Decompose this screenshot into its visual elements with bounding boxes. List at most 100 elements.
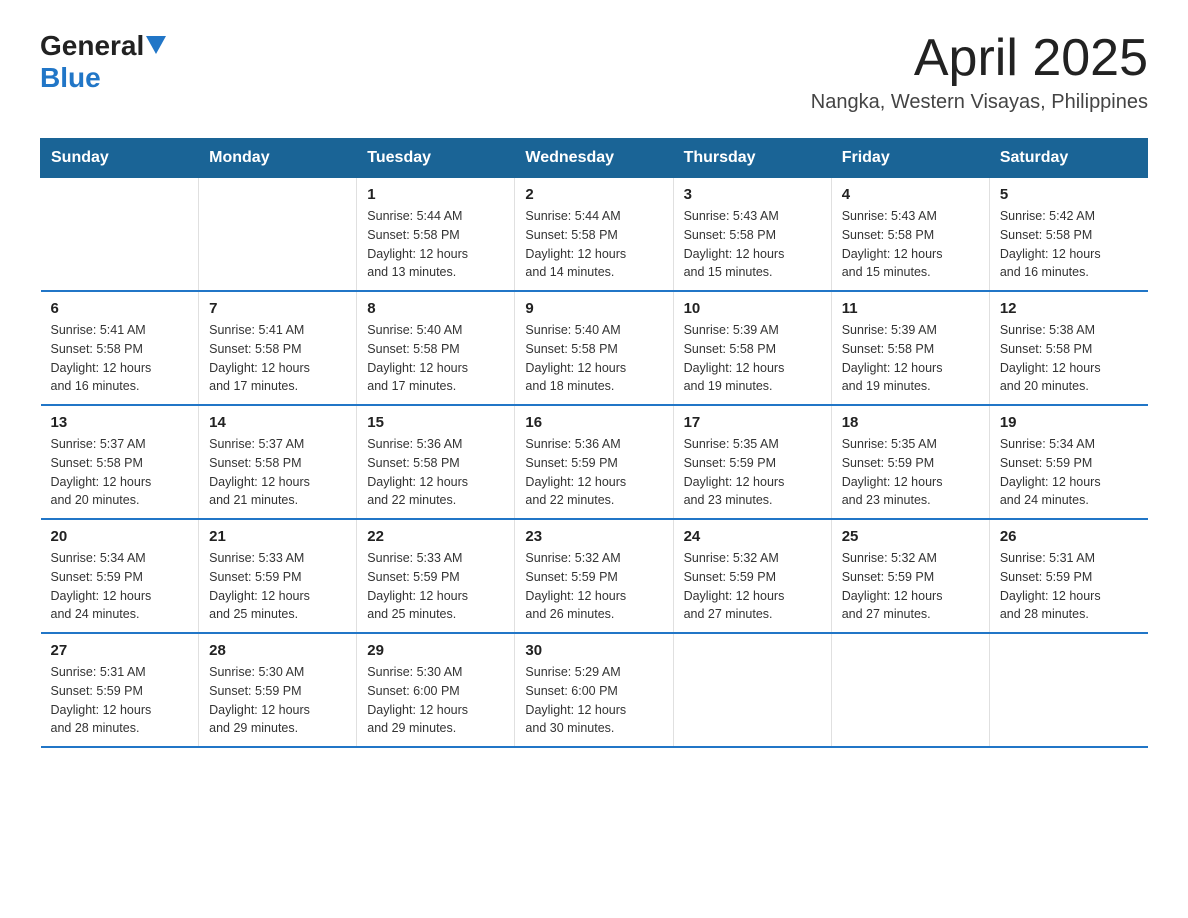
day-cell	[199, 178, 357, 292]
day-cell: 21 Sunrise: 5:33 AM Sunset: 5:59 PM Dayli…	[199, 519, 357, 633]
day-cell: 10Sunrise: 5:39 AM Sunset: 5:58 PM Dayli…	[673, 291, 831, 405]
day-number: 27	[51, 642, 189, 659]
day-cell: 8 Sunrise: 5:40 AM Sunset: 5:58 PM Daylig…	[357, 291, 515, 405]
day-cell: 13 Sunrise: 5:37 AM Sunset: 5:58 PM Dayli…	[41, 405, 199, 519]
day-cell: 14 Sunrise: 5:37 AM Sunset: 5:58 PM Dayli…	[199, 405, 357, 519]
day-number: 18	[842, 414, 979, 431]
day-number: 9	[525, 300, 662, 317]
day-cell: 15 Sunrise: 5:36 AM Sunset: 5:58 PM Dayli…	[357, 405, 515, 519]
day-cell: 5Sunrise: 5:42 AM Sunset: 5:58 PM Daylig…	[989, 178, 1147, 292]
day-cell: 6 Sunrise: 5:41 AM Sunset: 5:58 PM Daylig…	[41, 291, 199, 405]
header-day-sunday: Sunday	[41, 139, 199, 178]
day-cell: 19 Sunrise: 5:34 AM Sunset: 5:59 PM Dayli…	[989, 405, 1147, 519]
day-number: 17	[684, 414, 821, 431]
day-cell: 26 Sunrise: 5:31 AM Sunset: 5:59 PM Dayli…	[989, 519, 1147, 633]
header-day-tuesday: Tuesday	[357, 139, 515, 178]
logo: General Blue	[40, 30, 166, 94]
day-cell: 7 Sunrise: 5:41 AM Sunset: 5:58 PM Daylig…	[199, 291, 357, 405]
week-row-5: 27 Sunrise: 5:31 AM Sunset: 5:59 PM Dayli…	[41, 633, 1148, 747]
day-info: Sunrise: 5:32 AM Sunset: 5:59 PM Dayligh…	[525, 549, 662, 624]
header-day-friday: Friday	[831, 139, 989, 178]
day-cell: 25 Sunrise: 5:32 AM Sunset: 5:59 PM Dayli…	[831, 519, 989, 633]
calendar-table: SundayMondayTuesdayWednesdayThursdayFrid…	[40, 138, 1148, 748]
header-day-monday: Monday	[199, 139, 357, 178]
day-info: Sunrise: 5:29 AM Sunset: 6:00 PM Dayligh…	[525, 663, 662, 738]
week-row-4: 20Sunrise: 5:34 AM Sunset: 5:59 PM Dayli…	[41, 519, 1148, 633]
day-info: Sunrise: 5:44 AM Sunset: 5:58 PM Dayligh…	[525, 207, 662, 282]
page-header: General Blue April 2025 Nangka, Western …	[40, 30, 1148, 114]
day-info: Sunrise: 5:42 AM Sunset: 5:58 PM Dayligh…	[1000, 207, 1138, 282]
day-number: 26	[1000, 528, 1138, 545]
day-info: Sunrise: 5:31 AM Sunset: 5:59 PM Dayligh…	[51, 663, 189, 738]
day-number: 8	[367, 300, 504, 317]
day-number: 19	[1000, 414, 1138, 431]
day-number: 30	[525, 642, 662, 659]
header-day-thursday: Thursday	[673, 139, 831, 178]
day-info: Sunrise: 5:41 AM Sunset: 5:58 PM Dayligh…	[209, 321, 346, 396]
day-number: 13	[51, 414, 189, 431]
day-number: 28	[209, 642, 346, 659]
day-info: Sunrise: 5:33 AM Sunset: 5:59 PM Dayligh…	[367, 549, 504, 624]
day-cell: 16 Sunrise: 5:36 AM Sunset: 5:59 PM Dayli…	[515, 405, 673, 519]
header-day-saturday: Saturday	[989, 139, 1147, 178]
calendar-body: 1 Sunrise: 5:44 AM Sunset: 5:58 PM Daylig…	[41, 178, 1148, 748]
day-cell: 24 Sunrise: 5:32 AM Sunset: 5:59 PM Dayli…	[673, 519, 831, 633]
calendar-header: SundayMondayTuesdayWednesdayThursdayFrid…	[41, 139, 1148, 178]
day-cell: 29Sunrise: 5:30 AM Sunset: 6:00 PM Dayli…	[357, 633, 515, 747]
day-cell: 4 Sunrise: 5:43 AM Sunset: 5:58 PM Daylig…	[831, 178, 989, 292]
day-number: 3	[684, 186, 821, 203]
day-number: 25	[842, 528, 979, 545]
day-info: Sunrise: 5:33 AM Sunset: 5:59 PM Dayligh…	[209, 549, 346, 624]
day-info: Sunrise: 5:38 AM Sunset: 5:58 PM Dayligh…	[1000, 321, 1138, 396]
day-number: 22	[367, 528, 504, 545]
day-number: 24	[684, 528, 821, 545]
day-number: 12	[1000, 300, 1138, 317]
day-info: Sunrise: 5:41 AM Sunset: 5:58 PM Dayligh…	[51, 321, 189, 396]
day-info: Sunrise: 5:40 AM Sunset: 5:58 PM Dayligh…	[525, 321, 662, 396]
day-cell: 20Sunrise: 5:34 AM Sunset: 5:59 PM Dayli…	[41, 519, 199, 633]
day-cell: 2Sunrise: 5:44 AM Sunset: 5:58 PM Daylig…	[515, 178, 673, 292]
day-cell	[831, 633, 989, 747]
title-section: April 2025 Nangka, Western Visayas, Phil…	[811, 30, 1148, 114]
day-info: Sunrise: 5:43 AM Sunset: 5:58 PM Dayligh…	[842, 207, 979, 282]
day-number: 6	[51, 300, 189, 317]
day-info: Sunrise: 5:32 AM Sunset: 5:59 PM Dayligh…	[684, 549, 821, 624]
week-row-1: 1 Sunrise: 5:44 AM Sunset: 5:58 PM Daylig…	[41, 178, 1148, 292]
day-number: 15	[367, 414, 504, 431]
day-info: Sunrise: 5:36 AM Sunset: 5:58 PM Dayligh…	[367, 435, 504, 510]
day-number: 1	[367, 186, 504, 203]
day-number: 4	[842, 186, 979, 203]
day-cell: 12 Sunrise: 5:38 AM Sunset: 5:58 PM Dayli…	[989, 291, 1147, 405]
day-cell: 17 Sunrise: 5:35 AM Sunset: 5:59 PM Dayli…	[673, 405, 831, 519]
day-cell	[673, 633, 831, 747]
day-info: Sunrise: 5:37 AM Sunset: 5:58 PM Dayligh…	[209, 435, 346, 510]
day-info: Sunrise: 5:39 AM Sunset: 5:58 PM Dayligh…	[684, 321, 821, 396]
day-number: 23	[525, 528, 662, 545]
day-number: 7	[209, 300, 346, 317]
logo-triangle-icon	[146, 36, 166, 56]
day-cell: 23 Sunrise: 5:32 AM Sunset: 5:59 PM Dayli…	[515, 519, 673, 633]
day-info: Sunrise: 5:32 AM Sunset: 5:59 PM Dayligh…	[842, 549, 979, 624]
day-info: Sunrise: 5:40 AM Sunset: 5:58 PM Dayligh…	[367, 321, 504, 396]
day-number: 16	[525, 414, 662, 431]
day-number: 21	[209, 528, 346, 545]
day-info: Sunrise: 5:34 AM Sunset: 5:59 PM Dayligh…	[1000, 435, 1138, 510]
day-info: Sunrise: 5:36 AM Sunset: 5:59 PM Dayligh…	[525, 435, 662, 510]
header-row: SundayMondayTuesdayWednesdayThursdayFrid…	[41, 139, 1148, 178]
day-info: Sunrise: 5:35 AM Sunset: 5:59 PM Dayligh…	[684, 435, 821, 510]
day-cell: 22 Sunrise: 5:33 AM Sunset: 5:59 PM Dayli…	[357, 519, 515, 633]
day-cell: 28Sunrise: 5:30 AM Sunset: 5:59 PM Dayli…	[199, 633, 357, 747]
day-cell	[41, 178, 199, 292]
day-number: 20	[51, 528, 189, 545]
day-info: Sunrise: 5:37 AM Sunset: 5:58 PM Dayligh…	[51, 435, 189, 510]
day-number: 14	[209, 414, 346, 431]
week-row-3: 13 Sunrise: 5:37 AM Sunset: 5:58 PM Dayli…	[41, 405, 1148, 519]
day-info: Sunrise: 5:39 AM Sunset: 5:58 PM Dayligh…	[842, 321, 979, 396]
day-cell	[989, 633, 1147, 747]
day-info: Sunrise: 5:30 AM Sunset: 6:00 PM Dayligh…	[367, 663, 504, 738]
day-cell: 3Sunrise: 5:43 AM Sunset: 5:58 PM Daylig…	[673, 178, 831, 292]
header-day-wednesday: Wednesday	[515, 139, 673, 178]
logo-text-blue: Blue	[40, 62, 101, 93]
day-info: Sunrise: 5:44 AM Sunset: 5:58 PM Dayligh…	[367, 207, 504, 282]
day-info: Sunrise: 5:31 AM Sunset: 5:59 PM Dayligh…	[1000, 549, 1138, 624]
